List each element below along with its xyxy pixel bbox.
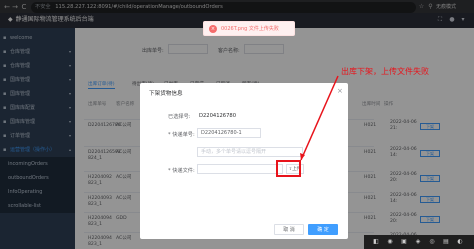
annotation-text: 出库下架，上传文件失败 xyxy=(341,67,429,76)
app-icon-3[interactable]: ▣ xyxy=(400,238,408,246)
app-icon-2[interactable]: ◉ xyxy=(386,238,394,246)
app-icon-4[interactable]: ◈ xyxy=(414,238,422,246)
app-icon-6[interactable]: ▤ xyxy=(442,238,450,246)
toast-message: 0026T.png 文件上传失败 xyxy=(221,26,279,32)
app-icon-5[interactable]: ◎ xyxy=(428,238,436,246)
error-icon: × xyxy=(209,25,217,33)
annotation-arrow xyxy=(300,75,339,161)
error-toast: × 0026T.png 文件上传失败 xyxy=(203,21,295,36)
app-icon-1[interactable]: ◧ xyxy=(372,238,380,246)
app-icon-7[interactable]: ◐ xyxy=(456,238,464,246)
